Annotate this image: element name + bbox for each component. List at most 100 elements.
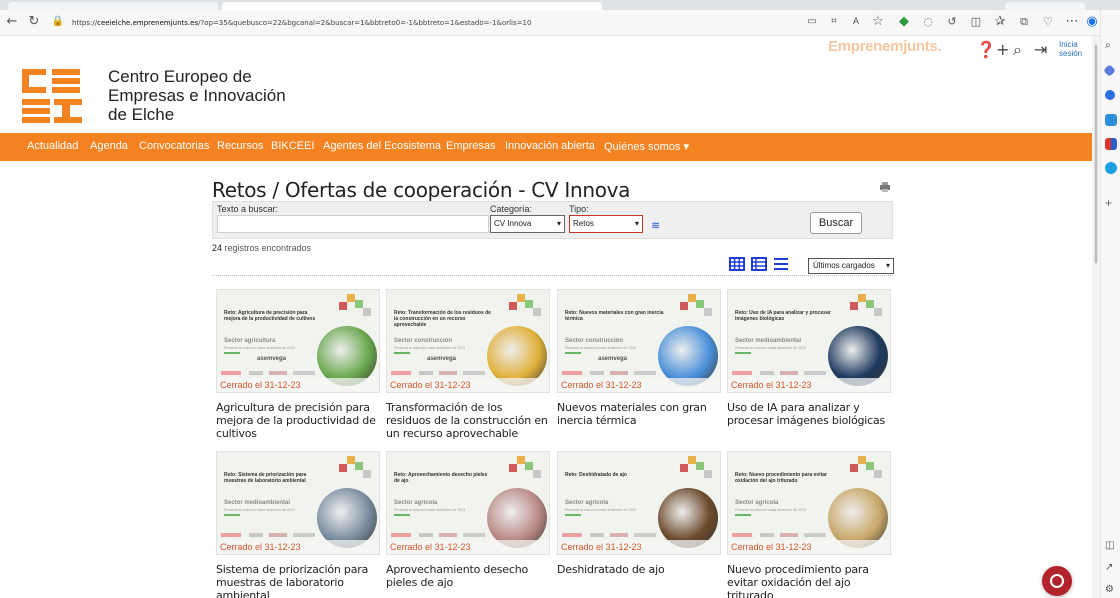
- result-card[interactable]: Reto: Nuevos materiales con gran inercia…: [557, 289, 721, 427]
- decor-square: [858, 456, 866, 464]
- card-title[interactable]: Nuevo procedimiento para evitar oxidació…: [727, 563, 891, 598]
- edge-app-icon[interactable]: [1105, 162, 1117, 174]
- ceei-logo[interactable]: [22, 67, 98, 125]
- thumb-photo: [317, 326, 377, 386]
- apps-icon[interactable]: ⌗: [826, 14, 842, 30]
- help-icon[interactable]: ❓: [976, 40, 996, 59]
- nav-item-agentes[interactable]: Agentes del Ecosistema: [323, 140, 441, 152]
- card-title[interactable]: Deshidratado de ajo: [557, 563, 721, 576]
- sort-select[interactable]: Últimos cargados ▾: [808, 258, 894, 274]
- site-brand[interactable]: Emprenemjunts.: [828, 38, 942, 55]
- reload-icon[interactable]: ↻: [26, 14, 42, 30]
- nav-item-bikceei[interactable]: BIKCEEI: [271, 140, 314, 152]
- tools-icon[interactable]: [1105, 90, 1115, 100]
- advanced-filter-icon[interactable]: ≋: [651, 219, 660, 232]
- thumb-logo: asemvega: [427, 356, 457, 362]
- result-card[interactable]: Reto: Agricultura de precisión para mejo…: [216, 289, 380, 440]
- ellipsis-icon[interactable]: ⋯: [1064, 14, 1080, 30]
- thumb-photo: [828, 326, 888, 386]
- nav-item-recursos[interactable]: Recursos: [217, 140, 263, 152]
- nav-item-quienes-somos[interactable]: Quiénes somos ▾: [604, 140, 689, 153]
- card-thumbnail[interactable]: Reto: Sistema de priorización para muest…: [216, 451, 380, 555]
- refresh-ext-icon[interactable]: ↺: [944, 14, 960, 30]
- print-icon[interactable]: [879, 181, 891, 193]
- split-screen-icon[interactable]: ◫: [968, 14, 984, 30]
- type-select[interactable]: Retos ▾: [569, 215, 643, 233]
- result-card[interactable]: Reto: Transformación de los residuos de …: [386, 289, 550, 440]
- back-icon[interactable]: ←: [4, 14, 20, 30]
- browser-tab-active[interactable]: [222, 2, 602, 10]
- list-view-icon[interactable]: [773, 257, 789, 271]
- read-aloud-icon[interactable]: A: [848, 14, 864, 30]
- search-icon[interactable]: ⌕: [1013, 40, 1022, 60]
- card-thumbnail[interactable]: Reto: Nuevos materiales con gran inercia…: [557, 289, 721, 393]
- nav-item-innovacion-abierta[interactable]: Innovación abierta: [505, 140, 595, 152]
- favorite-star-icon[interactable]: ☆: [870, 14, 886, 30]
- collections-icon[interactable]: ⧉: [1016, 14, 1032, 30]
- card-title[interactable]: Nuevos materiales con gran inercia térmi…: [557, 401, 721, 427]
- add-icon[interactable]: +: [1105, 196, 1117, 210]
- thumb-sector: Sector agricultura: [224, 338, 276, 344]
- thumb-accent-line: [565, 352, 581, 354]
- result-card[interactable]: Reto: Aprovechamiento desecho pieles de …: [386, 451, 550, 589]
- thumb-logo: asemvega: [598, 356, 628, 362]
- add-icon[interactable]: +: [996, 40, 1009, 59]
- card-title[interactable]: Uso de IA para analizar y procesar imáge…: [727, 401, 891, 427]
- search-input[interactable]: [217, 215, 489, 233]
- card-title[interactable]: Agricultura de precisión para mejora de …: [216, 401, 380, 440]
- address-bar[interactable]: https://ceeielche.emprenemjunts.es/?op=3…: [72, 13, 772, 33]
- grid-view-icon[interactable]: [729, 257, 745, 271]
- shield-icon[interactable]: ◌: [920, 14, 936, 30]
- external-link-icon[interactable]: ↗: [1105, 562, 1117, 574]
- browser-essentials-icon[interactable]: ♡: [1040, 14, 1056, 30]
- card-title[interactable]: Sistema de priorización para muestras de…: [216, 563, 380, 598]
- result-card[interactable]: Reto: Nuevo procedimiento para evitar ox…: [727, 451, 891, 598]
- login-link[interactable]: Inicia sesión: [1059, 40, 1082, 58]
- org-name-line-2: Empresas e Innovación: [108, 86, 286, 105]
- browser-tab[interactable]: [1005, 2, 1085, 10]
- page-scrollbar[interactable]: [1092, 36, 1100, 598]
- chat-button[interactable]: [1042, 566, 1072, 596]
- table-view-icon[interactable]: [751, 257, 767, 271]
- card-title[interactable]: Transformación de los residuos de la con…: [386, 401, 550, 440]
- favorites-icon[interactable]: ✰: [992, 14, 1008, 30]
- search-button[interactable]: Buscar: [810, 212, 862, 234]
- copilot-icon[interactable]: ◉: [1084, 14, 1100, 30]
- search-icon[interactable]: ⌕: [1105, 40, 1117, 52]
- nav-item-empresas[interactable]: Empresas: [446, 140, 496, 152]
- card-thumbnail[interactable]: Reto: Deshidratado de ajo Sector agrícola…: [557, 451, 721, 555]
- search-text-label: Texto a buscar:: [217, 204, 279, 214]
- decor-square: [704, 470, 712, 478]
- nav-item-agenda[interactable]: Agenda: [90, 140, 128, 152]
- result-card[interactable]: Reto: Deshidratado de ajo Sector agrícola…: [557, 451, 721, 576]
- org-name[interactable]: Centro Europeo de Empresas e Innovación …: [108, 67, 286, 124]
- result-card[interactable]: Reto: Uso de IA para analizar y procesar…: [727, 289, 891, 427]
- office-icon[interactable]: [1105, 138, 1117, 150]
- login-icon[interactable]: ⇥: [1034, 40, 1047, 59]
- card-title[interactable]: Aprovechamiento desecho pieles de ajo: [386, 563, 550, 589]
- result-card[interactable]: Reto: Sistema de priorización para muest…: [216, 451, 380, 598]
- thumb-subline: Presenta tu solución hasta diciembre de …: [565, 508, 637, 512]
- reader-mode-icon[interactable]: ▭: [804, 14, 820, 30]
- card-thumbnail[interactable]: Reto: Agricultura de precisión para mejo…: [216, 289, 380, 393]
- browser-toolbar: ← ↻ 🔒 https://ceeielche.emprenemjunts.es…: [0, 10, 1100, 36]
- card-thumbnail[interactable]: Reto: Transformación de los residuos de …: [386, 289, 550, 393]
- nav-item-actualidad[interactable]: Actualidad: [27, 140, 78, 152]
- card-thumbnail[interactable]: Reto: Aprovechamiento desecho pieles de …: [386, 451, 550, 555]
- card-thumbnail[interactable]: Reto: Uso de IA para analizar y procesar…: [727, 289, 891, 393]
- outlook-icon[interactable]: [1105, 114, 1117, 126]
- scrollbar-thumb[interactable]: [1094, 44, 1098, 264]
- tag-icon[interactable]: [1103, 64, 1116, 77]
- thumb-sector: Sector construcción: [565, 338, 624, 344]
- thumb-sponsor-logos: [732, 371, 826, 375]
- decor-square: [874, 470, 882, 478]
- browser-tab[interactable]: [8, 2, 218, 10]
- nav-item-convocatorias[interactable]: Convocatorias: [139, 140, 209, 152]
- settings-icon[interactable]: ⚙: [1105, 584, 1117, 596]
- category-select[interactable]: CV Innova ▾: [490, 215, 565, 233]
- org-name-line-1: Centro Europeo de: [108, 67, 252, 86]
- panel-layout-icon[interactable]: ◫: [1105, 540, 1117, 552]
- card-thumbnail[interactable]: Reto: Nuevo procedimiento para evitar ox…: [727, 451, 891, 555]
- lock-icon[interactable]: 🔒: [50, 14, 66, 30]
- extension-icon[interactable]: ◆: [896, 14, 912, 30]
